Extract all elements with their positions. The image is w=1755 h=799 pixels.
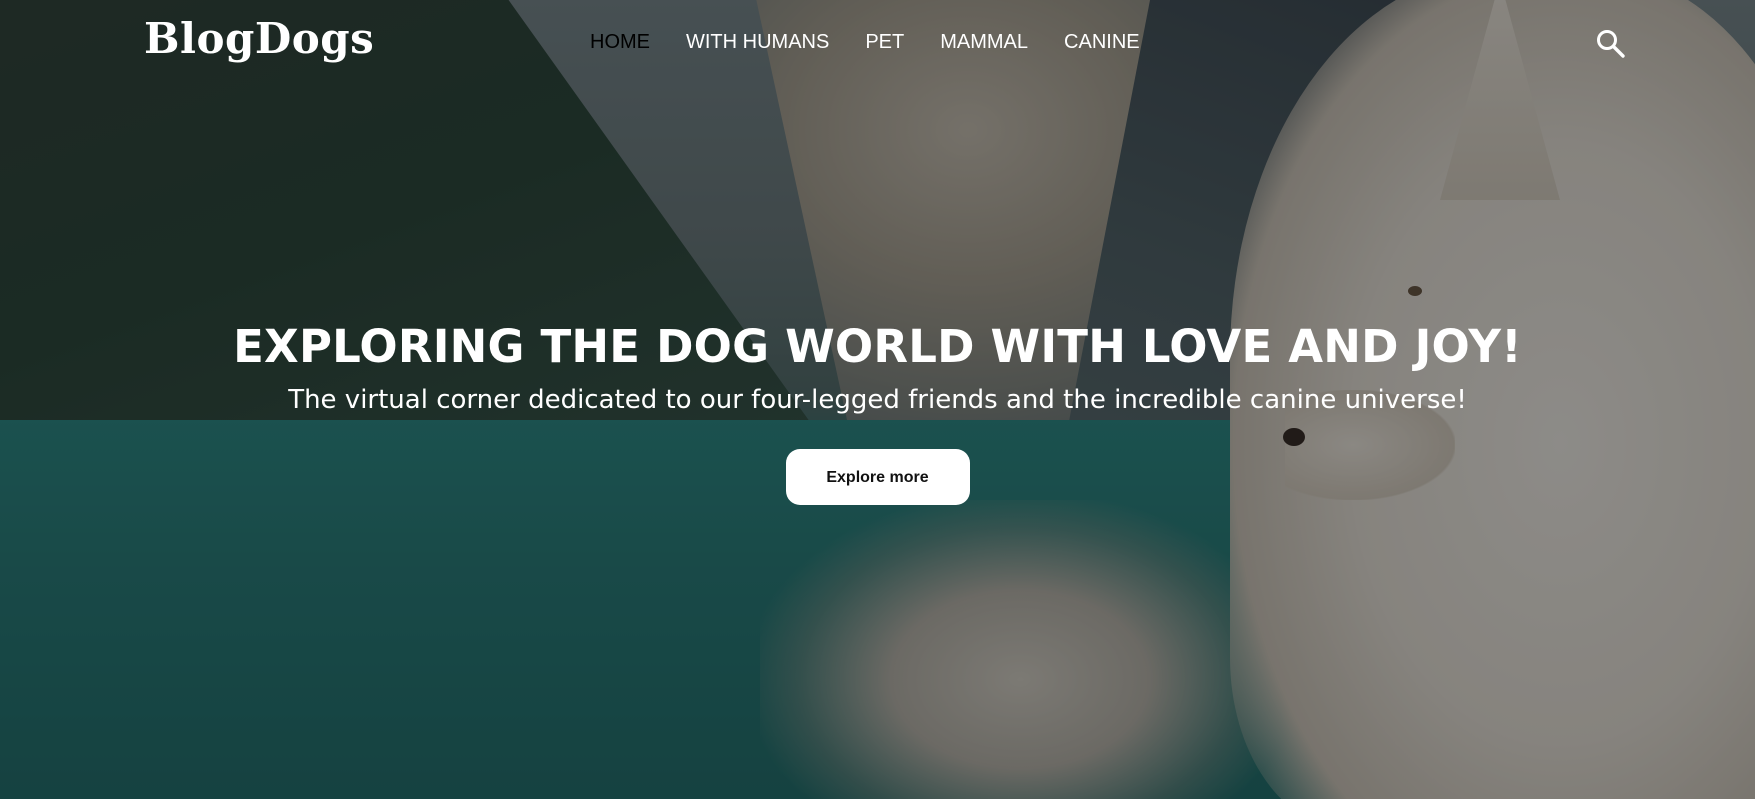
nav-item-mammal[interactable]: MAMMAL [940, 31, 1028, 54]
hero-title: EXPLORING THE DOG WORLD WITH LOVE AND JO… [233, 320, 1522, 373]
search-button[interactable] [1595, 28, 1627, 60]
site-logo[interactable]: BlogDogs [144, 14, 374, 63]
nav-item-home[interactable]: HOME [590, 31, 650, 54]
nav-item-pet[interactable]: PET [865, 31, 904, 54]
site-header: BlogDogs HOME WITH HUMANS PET MAMMAL CAN… [0, 0, 1755, 88]
nav-item-canine[interactable]: CANINE [1064, 31, 1140, 54]
search-icon [1597, 30, 1625, 58]
hero-section: EXPLORING THE DOG WORLD WITH LOVE AND JO… [0, 320, 1755, 505]
main-nav: HOME WITH HUMANS PET MAMMAL CANINE [590, 31, 1140, 54]
explore-more-button[interactable]: Explore more [785, 449, 970, 505]
nav-item-with-humans[interactable]: WITH HUMANS [686, 31, 829, 54]
hero-subtitle: The virtual corner dedicated to our four… [288, 385, 1467, 415]
